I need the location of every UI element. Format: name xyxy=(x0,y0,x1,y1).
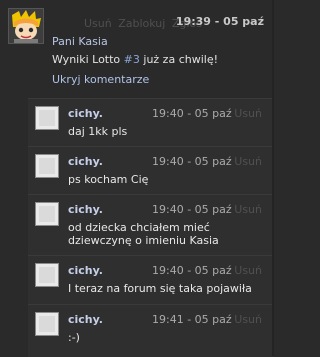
hide-comments-link[interactable]: Ukryj komentarze xyxy=(52,73,149,86)
cartoon-avatar-icon xyxy=(9,9,43,43)
comment-text: ps kocham Cię xyxy=(68,173,149,186)
comment-avatar[interactable] xyxy=(35,202,59,226)
comment-timestamp: 19:40 - 05 paź xyxy=(152,155,232,168)
comment-avatar[interactable] xyxy=(35,154,59,178)
delete-comment-link[interactable]: Usuń xyxy=(234,155,262,168)
post-text: Wyniki Lotto #3 już za chwilę! xyxy=(52,53,218,66)
comment-timestamp: 19:40 - 05 paź xyxy=(152,107,232,120)
comment-author[interactable]: cichy. xyxy=(68,155,103,168)
block-user-link[interactable]: Zablokuj xyxy=(118,17,165,30)
comment-avatar[interactable] xyxy=(35,106,59,130)
comment-text: I teraz na forum się taka pojawiła xyxy=(68,282,252,295)
comment-item: cichy. 19:40 - 05 paź Usuń I teraz na fo… xyxy=(28,255,274,304)
comment-avatar[interactable] xyxy=(35,263,59,287)
delete-post-link[interactable]: Usuń xyxy=(84,17,112,30)
post-text-end: już za chwilę! xyxy=(139,53,219,66)
user-avatar[interactable] xyxy=(8,8,44,44)
comment-text: :-) xyxy=(68,331,80,344)
comment-author[interactable]: cichy. xyxy=(68,107,103,120)
comment-author[interactable]: cichy. xyxy=(68,313,103,326)
comment-text: od dziecka chciałem mieć dziewczynę o im… xyxy=(68,221,219,247)
post-text-start: Wyniki Lotto xyxy=(52,53,124,66)
main-post: Usuń Zablokuj Zgłoś 19:39 - 05 paź Pani … xyxy=(0,0,274,100)
comment-author[interactable]: cichy. xyxy=(68,203,103,216)
comment-avatar[interactable] xyxy=(35,312,59,336)
scrollbar-edge xyxy=(272,0,274,356)
comment-text: daj 1kk pls xyxy=(68,125,128,138)
comment-item: cichy. 19:40 - 05 paź Usuń ps kocham Cię xyxy=(28,146,274,194)
post-timestamp: 19:39 - 05 paź xyxy=(175,15,264,28)
post-ref-link[interactable]: #3 xyxy=(124,53,140,66)
comment-item: cichy. 19:41 - 05 paź Usuń :-) xyxy=(28,304,274,357)
delete-comment-link[interactable]: Usuń xyxy=(234,313,262,326)
comment-timestamp: 19:40 - 05 paź xyxy=(152,203,232,216)
comment-item: cichy. 19:40 - 05 paź Usuń daj 1kk pls xyxy=(28,98,274,146)
comment-timestamp: 19:41 - 05 paź xyxy=(152,313,232,326)
comment-author[interactable]: cichy. xyxy=(68,264,103,277)
delete-comment-link[interactable]: Usuń xyxy=(234,264,262,277)
post-author[interactable]: Pani Kasia xyxy=(52,35,108,48)
delete-comment-link[interactable]: Usuń xyxy=(234,107,262,120)
delete-comment-link[interactable]: Usuń xyxy=(234,203,262,216)
comment-item: cichy. 19:40 - 05 paź Usuń od dziecka ch… xyxy=(28,194,274,255)
comment-timestamp: 19:40 - 05 paź xyxy=(152,264,232,277)
